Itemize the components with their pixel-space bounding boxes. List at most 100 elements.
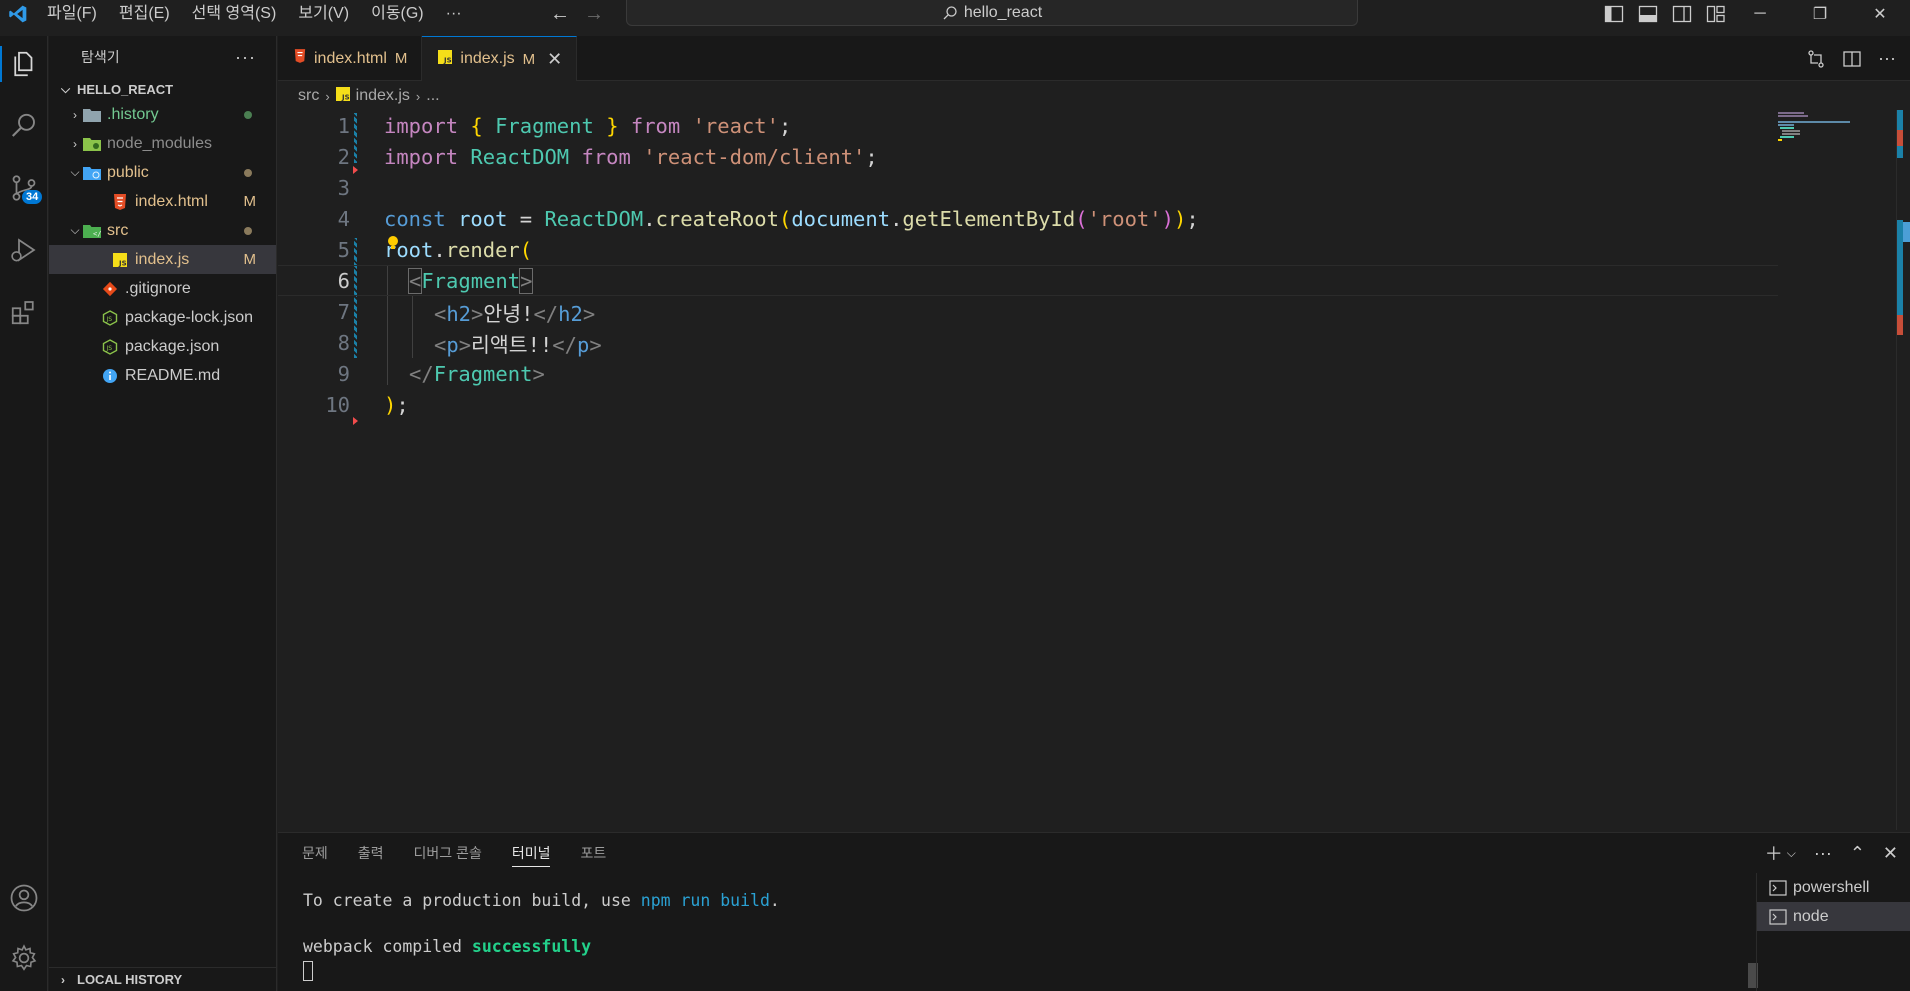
tree-item-src[interactable]: ⌵ </> src	[49, 216, 276, 245]
close-window-icon[interactable]: ✕	[1850, 0, 1910, 28]
code-text: );	[384, 392, 409, 417]
toggle-primary-sidebar-icon[interactable]	[1604, 5, 1624, 23]
minimap-line	[1778, 112, 1804, 114]
menu-edit[interactable]: 편집(E)	[108, 0, 181, 28]
chevron-down-icon[interactable]: ⌵	[1787, 846, 1796, 861]
explorer-title: 탐색기	[81, 49, 120, 65]
breadcrumb-folder[interactable]: src	[298, 87, 319, 105]
terminal-command-link[interactable]: npm run build	[641, 891, 770, 910]
tab-index-html[interactable]: index.html M	[278, 36, 423, 81]
js-file-icon: JS	[335, 86, 350, 106]
tree-item-label: .gitignore	[125, 279, 191, 297]
more-actions-icon[interactable]: ···	[1878, 48, 1896, 69]
tree-item-label: README.md	[125, 366, 221, 384]
minimap[interactable]	[1778, 110, 1858, 150]
modified-badge: M	[243, 251, 257, 268]
code-text: <p>리액트!!</p>	[434, 332, 602, 357]
tab-index-js[interactable]: JS index.js M ✕	[422, 36, 578, 81]
line-number: 8	[337, 330, 350, 355]
tree-item-label: .history	[107, 105, 159, 123]
tab-terminal[interactable]: 터미널	[511, 833, 550, 873]
code-text: <Fragment>	[407, 267, 534, 294]
vscode-logo-icon[interactable]	[0, 0, 36, 28]
svg-text:</>: </>	[93, 230, 101, 238]
explorer-icon[interactable]	[0, 40, 48, 88]
tree-item-gitignore[interactable]: .gitignore	[49, 274, 276, 303]
accounts-icon[interactable]	[0, 874, 48, 922]
menu-go[interactable]: 이동(G)	[360, 0, 435, 28]
git-file-icon	[101, 281, 119, 297]
toggle-panel-icon[interactable]	[1638, 5, 1658, 23]
chevron-down-icon: ⌵	[70, 165, 80, 179]
tab-output[interactable]: 출력	[358, 833, 384, 873]
chevron-right-icon: ›	[73, 136, 77, 151]
customize-layout-icon[interactable]	[1706, 5, 1726, 23]
tab-debug-console[interactable]: 디버그 콘솔	[414, 833, 482, 873]
tab-ports[interactable]: 포트	[580, 833, 606, 873]
tree-item-index-js[interactable]: JS index.js M	[49, 245, 276, 274]
tree-item-history[interactable]: › .history	[49, 100, 276, 129]
back-arrow-icon[interactable]: ←	[550, 3, 570, 26]
svg-text:JS: JS	[106, 345, 113, 352]
minimize-icon[interactable]: ─	[1730, 0, 1790, 28]
code-editor[interactable]: 1 import { Fragment } from 'react'; 2 im…	[278, 110, 1910, 830]
more-actions-icon[interactable]: ···	[1814, 843, 1832, 864]
search-activity-icon[interactable]	[0, 102, 48, 150]
local-history-section[interactable]: › LOCAL HISTORY	[49, 967, 277, 991]
maximize-panel-icon[interactable]: ⌃	[1850, 843, 1865, 864]
tree-item-node-modules[interactable]: › node_modules	[49, 129, 276, 158]
menu-bar: 파일(F) 편집(E) 선택 영역(S) 보기(V) 이동(G) ···	[36, 0, 473, 28]
tab-problems[interactable]: 문제	[302, 833, 328, 873]
forward-arrow-icon[interactable]: →	[584, 3, 604, 26]
node-folder-icon	[83, 136, 101, 152]
code-line-current: 6 <Fragment>	[278, 265, 1778, 296]
toggle-secondary-sidebar-icon[interactable]	[1672, 5, 1692, 23]
tree-item-package-json[interactable]: JS package.json	[49, 332, 276, 361]
split-editor-icon[interactable]	[1842, 49, 1862, 69]
terminal-icon	[1769, 908, 1787, 925]
terminal-list: powershell node	[1756, 873, 1910, 991]
extensions-icon[interactable]	[0, 288, 48, 336]
source-control-icon[interactable]: 34	[0, 164, 48, 212]
tree-item-package-lock[interactable]: JS package-lock.json	[49, 303, 276, 332]
terminal-icon	[1769, 879, 1787, 896]
run-debug-icon[interactable]	[0, 226, 48, 274]
code-text: </Fragment>	[409, 361, 545, 386]
minimap-line	[1782, 130, 1800, 132]
tree-item-label: src	[107, 221, 129, 239]
activity-bar: 34	[0, 36, 48, 991]
tree-item-label: node_modules	[107, 134, 212, 152]
tree-item-readme[interactable]: README.md	[49, 361, 276, 390]
info-icon	[101, 368, 119, 384]
line-number: 9	[337, 361, 350, 386]
close-panel-icon[interactable]: ✕	[1883, 843, 1898, 864]
command-center[interactable]: hello_react	[626, 0, 1358, 26]
terminal-item-powershell[interactable]: powershell	[1757, 873, 1910, 902]
navigation-arrows: ← →	[550, 0, 604, 28]
minimap-line	[1778, 124, 1794, 126]
project-section-header[interactable]: ⌵ HELLO_REACT	[49, 78, 276, 100]
manage-gear-icon[interactable]	[0, 934, 48, 982]
editor-scrollbar[interactable]	[1896, 110, 1910, 830]
menu-selection[interactable]: 선택 영역(S)	[181, 0, 288, 28]
modified-badge: M	[243, 193, 257, 210]
breadcrumb-file[interactable]: index.js	[356, 87, 410, 105]
restore-icon[interactable]: ❐	[1790, 0, 1850, 28]
tree-item-index-html[interactable]: index.html M	[49, 187, 276, 216]
lightbulb-icon[interactable]	[386, 235, 400, 251]
breadcrumb-more[interactable]: ...	[426, 87, 439, 105]
terminal-output[interactable]: To create a production build, use npm ru…	[303, 889, 780, 981]
close-tab-icon[interactable]: ✕	[547, 49, 562, 70]
minimap-line	[1782, 133, 1800, 135]
explorer-more-icon[interactable]: ···	[235, 47, 256, 68]
open-changes-icon[interactable]	[1806, 49, 1826, 69]
window-controls: ─ ❐ ✕	[1730, 0, 1910, 28]
line-number: 4	[337, 206, 350, 231]
terminal-item-node[interactable]: node	[1757, 902, 1910, 931]
tree-item-public[interactable]: ⌵ public	[49, 158, 276, 187]
html-file-icon	[111, 193, 129, 210]
menu-view[interactable]: 보기(V)	[287, 0, 360, 28]
menu-more[interactable]: ···	[435, 0, 473, 28]
menu-file[interactable]: 파일(F)	[36, 0, 108, 28]
new-terminal-icon[interactable]: ＋	[1765, 840, 1783, 866]
